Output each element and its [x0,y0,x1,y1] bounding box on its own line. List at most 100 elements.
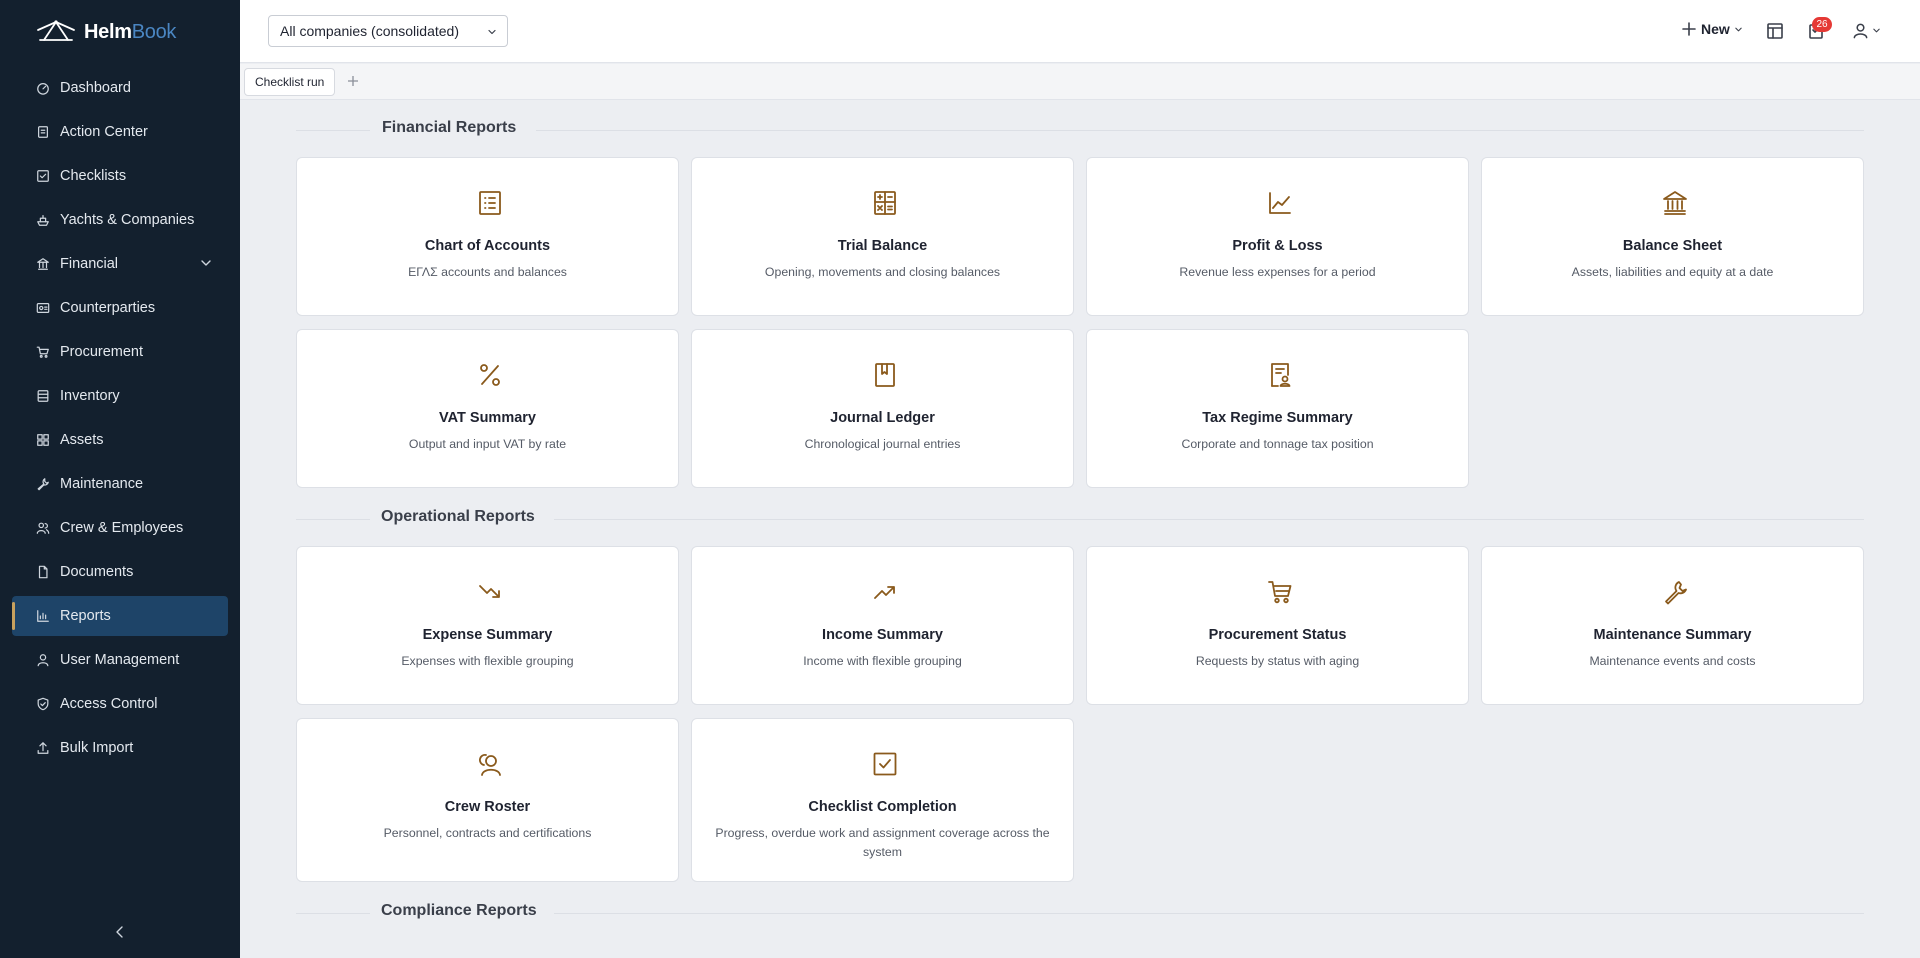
divider [554,519,1864,520]
section-title: Compliance Reports [381,902,537,919]
report-card-trial-balance[interactable]: Trial Balance Opening, movements and clo… [691,157,1074,316]
upload-icon [36,741,50,755]
trending-down-icon [477,579,503,605]
wrench-icon [1662,579,1688,605]
sidebar-item-label: Reports [60,608,111,624]
sidebar-item-procurement[interactable]: Procurement [12,332,228,372]
divider [296,130,370,131]
card-description: Income with flexible grouping [803,654,962,668]
app-logo[interactable]: HelmBook [34,14,176,50]
report-card-profit-loss[interactable]: Profit & Loss Revenue less expenses for … [1086,157,1469,316]
sidebar-item-label: Checklists [60,168,127,184]
chevron-down-icon [488,29,496,35]
chevron-down-icon[interactable] [200,257,212,269]
card-description: Maintenance events and costs [1589,654,1756,668]
report-card-income-summary[interactable]: Income Summary Income with flexible grou… [691,546,1074,705]
report-card-maintenance-summary[interactable]: Maintenance Summary Maintenance events a… [1481,546,1864,705]
plus-icon [1682,22,1696,36]
sidebar: HelmBook Dashboard Action Center Checkli… [0,0,240,958]
section-title: Operational Reports [381,508,535,525]
card-title: Procurement Status [1208,627,1347,643]
user-icon [36,653,50,667]
card-title: Trial Balance [837,238,928,254]
bank-icon [36,257,50,271]
sidebar-item-inventory[interactable]: Inventory [12,376,228,416]
box-icon [36,389,50,403]
card-description: Personnel, contracts and certifications [383,826,592,840]
user-icon [1853,23,1868,39]
sidebar-nav: Dashboard Action Center Checklists Yacht… [12,68,228,772]
report-card-journal-ledger[interactable]: Journal Ledger Chronological journal ent… [691,329,1074,488]
checkbox-icon [36,169,50,183]
new-button[interactable]: New [1682,21,1743,37]
section-header-operational: Operational Reports [296,508,1864,530]
chevron-down-icon [1873,28,1880,33]
users-icon [36,521,50,535]
report-card-vat-summary[interactable]: VAT Summary Output and input VAT by rate [296,329,679,488]
sidebar-item-label: Procurement [60,344,144,360]
sidebar-item-maintenance[interactable]: Maintenance [12,464,228,504]
section-title: Financial Reports [382,119,517,136]
notification-badge: 26 [1812,17,1832,32]
divider [554,913,1864,914]
sidebar-item-label: User Management [60,652,180,668]
sidebar-item-checklists[interactable]: Checklists [12,156,228,196]
sidebar-item-assets[interactable]: Assets [12,420,228,460]
sidebar-item-reports[interactable]: Reports [12,596,228,636]
id-card-icon [36,301,50,315]
sidebar-item-documents[interactable]: Documents [12,552,228,592]
sidebar-item-label: Dashboard [60,80,131,96]
sidebar-item-label: Bulk Import [60,740,134,756]
helm-logo-icon [37,20,75,41]
logo-text-book: Book [131,20,177,43]
sidebar-item-counterparties[interactable]: Counterparties [12,288,228,328]
layout-panel-icon[interactable] [1766,22,1784,40]
company-select-value: All companies (consolidated) [280,23,459,39]
sidebar-item-access-control[interactable]: Access Control [12,684,228,724]
cart-icon [36,345,50,359]
divider [296,913,370,914]
report-card-checklist-completion[interactable]: Checklist Completion Progress, overdue w… [691,718,1074,882]
report-card-balance-sheet[interactable]: Balance Sheet Assets, liabilities and eq… [1481,157,1864,316]
logo-text-helm: Helm [84,20,132,43]
card-description: Chronological journal entries [804,437,961,451]
report-card-tax-regime-summary[interactable]: Tax Regime Summary Corporate and tonnage… [1086,329,1469,488]
shield-icon [36,697,50,711]
sidebar-item-crew-employees[interactable]: Crew & Employees [12,508,228,548]
card-description: Revenue less expenses for a period [1179,265,1376,279]
report-card-chart-of-accounts[interactable]: Chart of Accounts ΕΓΛΣ accounts and bala… [296,157,679,316]
grid-icon [36,433,50,447]
ship-icon [36,213,50,227]
card-title: Balance Sheet [1622,238,1723,254]
wrench-icon [36,477,50,491]
crew-icon [477,751,503,777]
divider [536,130,1864,131]
sidebar-item-dashboard[interactable]: Dashboard [12,68,228,108]
sidebar-item-user-management[interactable]: User Management [12,640,228,680]
tab-checklist-run[interactable]: Checklist run [244,68,336,96]
user-menu-button[interactable] [1852,22,1881,39]
report-card-expense-summary[interactable]: Expense Summary Expenses with flexible g… [296,546,679,705]
sidebar-item-label: Yachts & Companies [60,212,195,228]
sidebar-item-yachts-companies[interactable]: Yachts & Companies [12,200,228,240]
card-description: Opening, movements and closing balances [764,265,1001,279]
line-chart-icon [1267,190,1293,216]
collapse-sidebar-icon[interactable] [112,924,128,940]
company-select[interactable]: All companies (consolidated) [268,15,508,47]
sidebar-item-label: Crew & Employees [60,520,184,536]
report-card-procurement-status[interactable]: Procurement Status Requests by status wi… [1086,546,1469,705]
card-title: Crew Roster [444,799,531,815]
cart-icon [1267,579,1293,605]
card-description: Assets, liabilities and equity at a date [1571,265,1774,279]
sidebar-item-label: Financial [60,256,119,272]
section-header-compliance: Compliance Reports [296,902,1864,924]
sidebar-item-bulk-import[interactable]: Bulk Import [12,728,228,768]
card-title: Checklist Completion [808,799,957,815]
sidebar-item-financial[interactable]: Financial [12,244,228,284]
sidebar-item-action-center[interactable]: Action Center [12,112,228,152]
card-description: Output and input VAT by rate [408,437,567,451]
card-description: Requests by status with aging [1195,654,1360,668]
add-tab-icon[interactable] [346,74,360,88]
report-card-crew-roster[interactable]: Crew Roster Personnel, contracts and cer… [296,718,679,882]
logo-text: HelmBook [84,21,176,44]
